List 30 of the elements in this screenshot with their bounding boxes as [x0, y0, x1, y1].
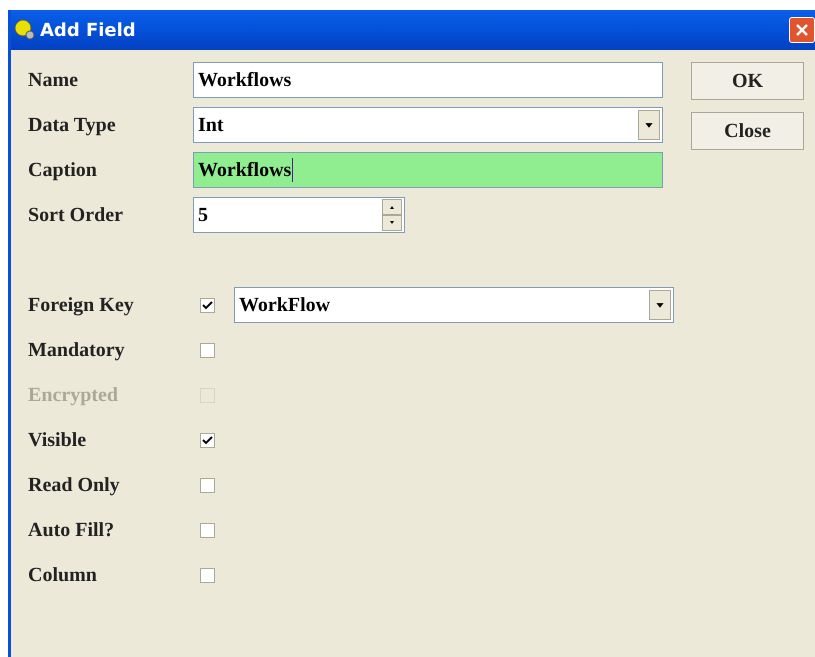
option-label: Column	[27, 563, 98, 588]
dialog-button[interactable]: Close	[691, 112, 804, 150]
dialog-button[interactable]: OK	[691, 62, 804, 100]
dropdown-field[interactable]: WorkFlow	[234, 287, 674, 323]
checkbox[interactable]	[200, 298, 215, 312]
option-label: Visible	[27, 428, 88, 453]
option-label: Read Only	[27, 473, 121, 498]
window-title: Add Field	[40, 18, 136, 42]
option-label: Encrypted	[27, 383, 119, 408]
spinner-arrows-icon[interactable]	[382, 199, 402, 231]
field-label: Sort Order	[27, 203, 124, 228]
option-label: Mandatory	[27, 338, 126, 363]
checkmark-icon	[202, 300, 213, 310]
checkmark-icon	[202, 434, 213, 446]
field-label: Name	[27, 68, 79, 93]
field-label: Data Type	[27, 113, 117, 138]
dropdown-field[interactable]: Int	[193, 107, 663, 143]
checkbox[interactable]	[200, 522, 215, 538]
close-icon[interactable]	[789, 17, 815, 43]
option-label: Foreign Key	[27, 293, 135, 318]
option-label: Auto Fill?	[27, 518, 116, 543]
spinner-field[interactable]: 5	[193, 197, 405, 233]
checkbox[interactable]	[200, 342, 215, 358]
text-field[interactable]: Workflows	[193, 152, 663, 188]
app-icon	[14, 19, 36, 41]
text-field[interactable]: Workflows	[193, 62, 663, 98]
checkbox[interactable]	[200, 568, 215, 582]
field-label: Caption	[27, 158, 98, 183]
checkbox[interactable]	[200, 478, 215, 492]
checkbox[interactable]	[200, 432, 215, 448]
